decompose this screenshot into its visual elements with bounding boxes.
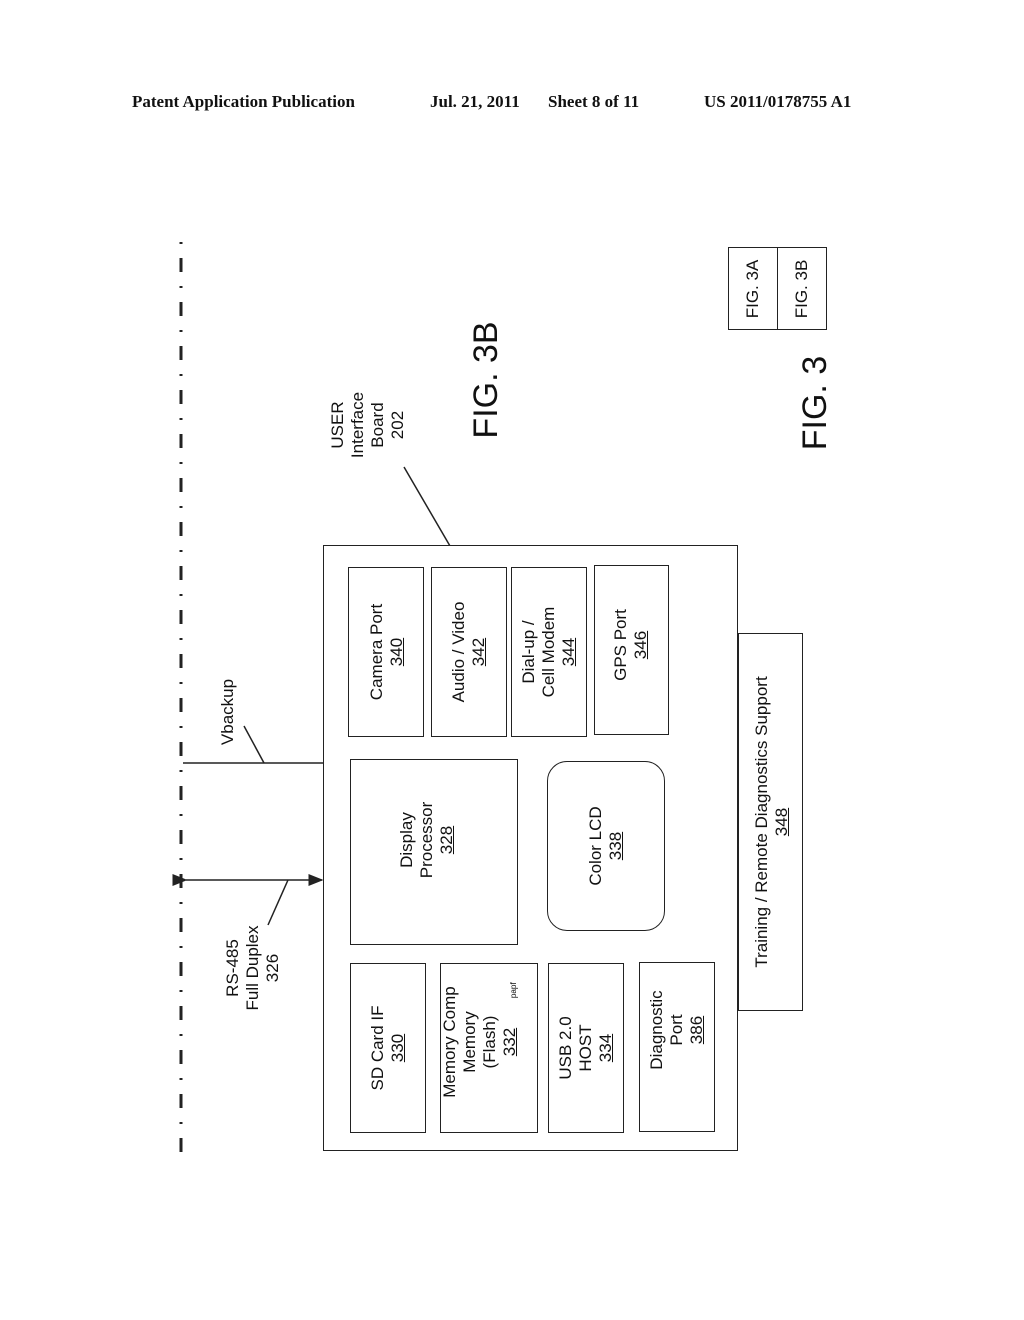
audio-video-label: Audio / Video 342 [449,601,488,703]
board-label: USER Interface Board 202 [328,391,407,459]
fig-3b-key-label: FIG. 3B [792,259,811,319]
color-lcd-label: Color LCD 338 [586,806,625,886]
gps-port-label: GPS Port 346 [611,609,650,681]
display-processor-label: Display Processor 328 [397,801,456,879]
memory-handwritten-annotation: ᵖᵃᵖᶠ [508,981,522,999]
figure-title: FIG. 3B [467,321,505,439]
diagnostic-port-label: Diagnostic Port 386 [647,990,706,1070]
fig-3a-key-label: FIG. 3A [743,259,762,319]
sd-card-label: SD Card IF 330 [368,1005,407,1091]
vbackup-label: Vbackup [218,678,237,746]
figure-overall-title: FIG. 3 [796,355,834,451]
memory-label: Memory Comp Memory (Flash) 332 [440,986,519,1098]
vbackup-leader [243,725,265,764]
usb-host-label: USB 2.0 HOST 334 [556,1016,615,1080]
modem-label: Dial-up / Cell Modem 344 [519,606,578,698]
training-label: Training / Remote Diagnostics Support 348 [752,676,791,968]
rs485-leader [267,879,289,926]
camera-port-label: Camera Port 340 [367,603,406,701]
rs485-label: RS-485 Full Duplex 326 [223,925,282,1011]
board-leader [403,466,451,547]
